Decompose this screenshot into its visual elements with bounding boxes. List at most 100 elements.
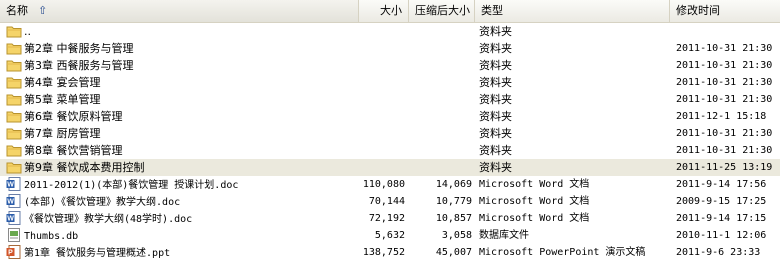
name-cell: Thumbs.db (6, 227, 358, 244)
type-cell: Microsoft PowerPoint 演示文稿 (479, 247, 646, 258)
file-name: 第4章 宴会管理 (24, 76, 101, 89)
modified-cell: 2011-10-31 21:30 (676, 77, 773, 88)
column-header-name-label: 名称 (6, 4, 28, 17)
folder-row[interactable]: 第9章 餐饮成本费用控制 资料夹 2011-11-25 13:19 (0, 159, 780, 176)
type-cell: 数据库文件 (479, 230, 529, 241)
modified-cell: 2011-10-31 21:30 (676, 128, 773, 139)
file-row[interactable]: W 2011-2012(1)(本部)餐饮管理 授课计划.doc 110,080 14,… (0, 176, 780, 193)
type-cell: 资料夹 (479, 144, 512, 157)
folder-icon (6, 58, 22, 72)
column-header-compressed-size-label: 压缩后大小 (415, 4, 470, 17)
type-cell: 资料夹 (479, 76, 512, 89)
size-cell: 138,752 (362, 247, 405, 258)
file-row[interactable]: Thumbs.db 5,632 3,058 数据库文件 2010-11-1 12:06 (0, 227, 780, 244)
compressed-size-cell: 3,058 (441, 230, 472, 241)
compressed-size-cell (409, 125, 472, 142)
file-name: 第5章 菜单管理 (24, 93, 101, 106)
type-cell: 资料夹 (479, 110, 512, 123)
name-cell: 第4章 宴会管理 (6, 74, 358, 91)
name-cell: W (本部)《餐饮管理》教学大纲.doc (6, 193, 358, 210)
size-cell (355, 159, 405, 176)
svg-text:P: P (8, 250, 13, 257)
file-row[interactable]: W 《餐饮管理》教学大纲(48学时).doc 72,192 10,857 Microso… (0, 210, 780, 227)
size-cell: 5,632 (374, 230, 405, 241)
db-file-icon (6, 228, 22, 242)
compressed-size-cell (409, 91, 472, 108)
column-header-name[interactable]: 名称 ⇧ (0, 0, 359, 22)
folder-row[interactable]: 第6章 餐饮原料管理 资料夹 2011-12-1 15:18 (0, 108, 780, 125)
svg-text:W: W (7, 199, 14, 206)
size-cell (355, 74, 405, 91)
file-name: (本部)《餐饮管理》教学大纲.doc (24, 197, 181, 208)
folder-row[interactable]: .. 资料夹 (0, 23, 780, 40)
column-header-type[interactable]: 类型 (475, 0, 670, 22)
compressed-size-cell: 10,857 (435, 213, 472, 224)
file-name: 第3章 西餐服务与管理 (24, 59, 134, 72)
name-cell: W 《餐饮管理》教学大纲(48学时).doc (6, 210, 358, 227)
folder-row[interactable]: 第4章 宴会管理 资料夹 2011-10-31 21:30 (0, 74, 780, 91)
ppt-file-icon: P (6, 245, 22, 259)
column-header-compressed-size[interactable]: 压缩后大小 (409, 0, 475, 22)
type-cell: Microsoft Word 文档 (479, 213, 590, 224)
name-cell: 第6章 餐饮原料管理 (6, 108, 358, 125)
folder-icon (6, 92, 22, 106)
modified-cell: 2011-10-31 21:30 (676, 94, 773, 105)
name-cell: 第5章 菜单管理 (6, 91, 358, 108)
size-cell (355, 57, 405, 74)
modified-cell: 2010-11-1 12:06 (676, 230, 767, 241)
column-header-type-label: 类型 (481, 4, 503, 17)
modified-cell: 2011-9-14 17:56 (676, 179, 767, 190)
svg-text:W: W (7, 216, 14, 223)
file-name: .. (24, 25, 31, 38)
size-cell: 70,144 (368, 196, 405, 207)
folder-icon (6, 126, 22, 140)
modified-cell: 2011-9-14 17:15 (676, 213, 767, 224)
compressed-size-cell (409, 142, 472, 159)
type-cell: Microsoft Word 文档 (479, 179, 590, 190)
file-row[interactable]: P 第1章 餐饮服务与管理概述.ppt 138,752 45,007 Microsoft… (0, 244, 780, 261)
compressed-size-cell: 10,779 (435, 196, 472, 207)
size-cell: 72,192 (368, 213, 405, 224)
size-cell: 110,080 (362, 179, 405, 190)
column-header-modified[interactable]: 修改时间 (670, 0, 780, 22)
compressed-size-cell: 14,069 (435, 179, 472, 190)
word-doc-icon: W (6, 177, 22, 191)
word-doc-icon: W (6, 194, 22, 208)
file-name: 第8章 餐饮营销管理 (24, 144, 123, 157)
folder-row[interactable]: 第3章 西餐服务与管理 资料夹 2011-10-31 21:30 (0, 57, 780, 74)
file-name: 《餐饮管理》教学大纲(48学时).doc (24, 214, 193, 225)
folder-row[interactable]: 第8章 餐饮营销管理 资料夹 2011-10-31 21:30 (0, 142, 780, 159)
modified-cell: 2011-10-31 21:30 (676, 145, 773, 156)
size-cell (355, 40, 405, 57)
modified-cell (676, 23, 780, 40)
compressed-size-cell (409, 40, 472, 57)
column-header-size[interactable]: 大小 (359, 0, 409, 22)
name-cell: 第3章 西餐服务与管理 (6, 57, 358, 74)
folder-row[interactable]: 第5章 菜单管理 资料夹 2011-10-31 21:30 (0, 91, 780, 108)
folder-row[interactable]: 第2章 中餐服务与管理 资料夹 2011-10-31 21:30 (0, 40, 780, 57)
file-row[interactable]: W (本部)《餐饮管理》教学大纲.doc 70,144 10,779 Microsoft… (0, 193, 780, 210)
column-header-size-label: 大小 (380, 4, 402, 17)
file-name: 第2章 中餐服务与管理 (24, 42, 134, 55)
modified-cell: 2011-10-31 21:30 (676, 43, 773, 54)
column-header-bar: 名称 ⇧ 大小 压缩后大小 类型 修改时间 (0, 0, 780, 23)
size-cell (355, 91, 405, 108)
folder-icon (6, 24, 22, 38)
compressed-size-cell (409, 108, 472, 125)
folder-icon (6, 109, 22, 123)
file-name: 2011-2012(1)(本部)餐饮管理 授课计划.doc (24, 180, 239, 191)
file-name: 第1章 餐饮服务与管理概述.ppt (24, 248, 171, 259)
size-cell (355, 125, 405, 142)
folder-icon (6, 41, 22, 55)
folder-icon (6, 143, 22, 157)
folder-icon (6, 160, 22, 174)
folder-row[interactable]: 第7章 厨房管理 资料夹 2011-10-31 21:30 (0, 125, 780, 142)
file-name: Thumbs.db (24, 231, 79, 242)
modified-cell: 2009-9-15 17:25 (676, 196, 767, 207)
type-cell: Microsoft Word 文档 (479, 196, 590, 207)
file-name: 第6章 餐饮原料管理 (24, 110, 123, 123)
compressed-size-cell (409, 74, 472, 91)
compressed-size-cell (409, 57, 472, 74)
modified-cell: 2011-9-6 23:33 (676, 247, 761, 258)
name-cell: 第7章 厨房管理 (6, 125, 358, 142)
